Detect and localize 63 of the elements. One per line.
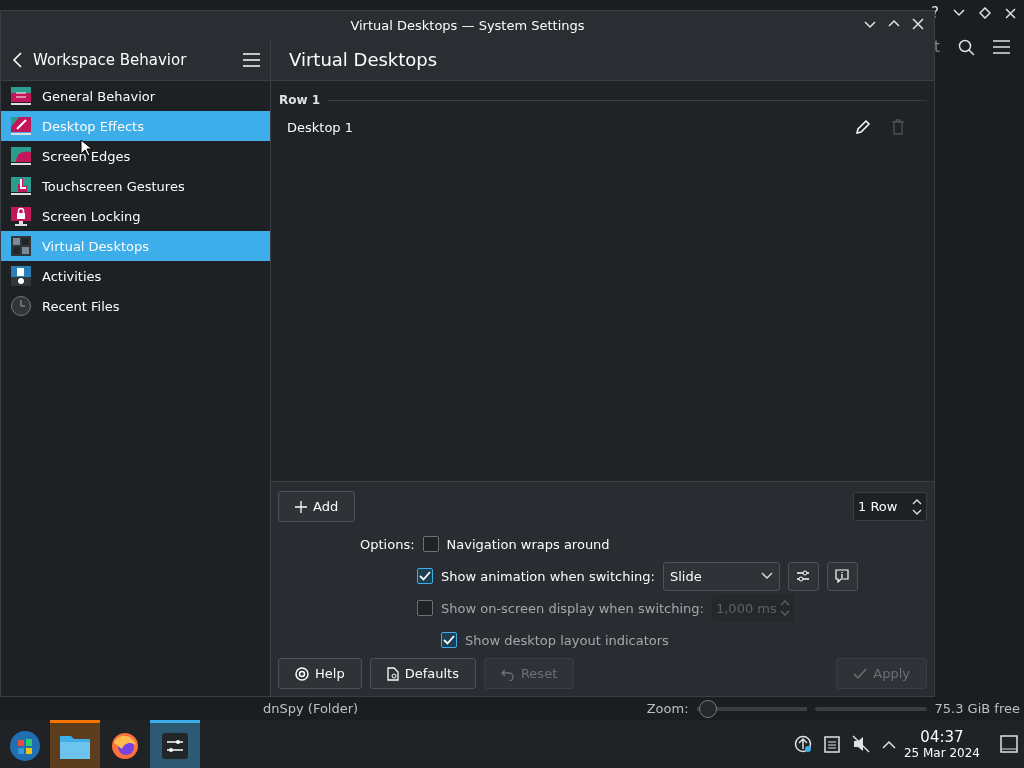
- chevron-up-icon[interactable]: [881, 739, 896, 749]
- option-label: Show desktop layout indicators: [465, 632, 669, 648]
- document-icon: [386, 666, 399, 681]
- rows-spinbox[interactable]: 1 Row: [853, 492, 927, 521]
- clock-icon: [10, 295, 32, 317]
- taskbar-app[interactable]: [150, 720, 200, 768]
- sidebar-item[interactable]: Recent Files: [1, 291, 270, 321]
- checkbox[interactable]: [422, 536, 439, 552]
- sliders-icon: [796, 569, 811, 583]
- sidebar-item[interactable]: Screen Locking: [1, 201, 270, 231]
- animation-dropdown[interactable]: Slide: [662, 561, 780, 591]
- taskbar-app[interactable]: [50, 720, 100, 768]
- window-title: Virtual Desktops — System Settings: [350, 17, 585, 33]
- close-icon[interactable]: [910, 16, 926, 32]
- sliders-icon: [10, 85, 32, 107]
- sidebar-item[interactable]: Touchscreen Gestures: [1, 171, 270, 201]
- slider-handle[interactable]: [698, 699, 717, 718]
- clock-date: 25 Mar 2024: [903, 746, 980, 760]
- checkbox[interactable]: [417, 568, 433, 584]
- back-icon[interactable]: [11, 51, 25, 68]
- sliders-icon: [161, 731, 189, 760]
- clock[interactable]: 04:37 25 Mar 2024: [903, 728, 980, 760]
- start-orb-icon: [9, 729, 41, 762]
- page-title: Virtual Desktops: [288, 49, 439, 70]
- add-button[interactable]: Add: [278, 491, 356, 522]
- footer-button[interactable]: Help: [278, 658, 362, 689]
- row-heading: Row 1: [279, 93, 321, 107]
- chevron-down-icon[interactable]: [953, 9, 965, 17]
- update-icon[interactable]: [793, 735, 812, 753]
- lifebuoy-icon: [295, 666, 309, 681]
- folder-name: dnSpy (Folder): [263, 701, 360, 716]
- info-button[interactable]: [826, 561, 858, 591]
- clipboard-icon[interactable]: [823, 735, 840, 753]
- screen-edges-icon: [10, 145, 32, 167]
- sidebar-item[interactable]: Activities: [1, 261, 270, 291]
- desktop-grid-icon: [10, 235, 32, 257]
- chevron-down-icon: [760, 572, 773, 580]
- sidebar-item[interactable]: General Behavior: [1, 81, 270, 111]
- clock-time: 04:37: [920, 728, 964, 746]
- plus-icon: [295, 500, 307, 513]
- option-label: Show animation when switching:: [441, 568, 655, 584]
- desktop-icon[interactable]: [1000, 735, 1018, 753]
- checkmark-icon: [853, 666, 868, 681]
- diamond-icon[interactable]: [979, 7, 991, 19]
- info-icon: [835, 569, 850, 583]
- options-label: Options:: [360, 536, 415, 552]
- footer-button[interactable]: Defaults: [369, 658, 476, 689]
- option-label: Show on-screen display when switching:: [441, 600, 704, 616]
- lock-icon: [10, 205, 32, 227]
- pencil-icon[interactable]: [855, 119, 871, 135]
- option-label: Navigation wraps around: [446, 536, 610, 552]
- close-icon[interactable]: [1005, 7, 1016, 19]
- muted-speaker-icon[interactable]: [851, 735, 870, 753]
- free-space: 75.3 GiB free: [934, 701, 1020, 716]
- sidebar-item[interactable]: Screen Edges: [1, 141, 270, 171]
- menu-icon[interactable]: [992, 40, 1010, 54]
- configure-button[interactable]: [787, 561, 819, 591]
- desktop-name: Desktop 1: [287, 119, 354, 135]
- browser-icon: [110, 730, 140, 761]
- sidebar-heading: Workspace Behavior: [33, 50, 188, 69]
- zoom-label: Zoom:: [646, 701, 689, 716]
- search-icon[interactable]: [957, 38, 975, 56]
- toolbar-text: t: [934, 38, 940, 56]
